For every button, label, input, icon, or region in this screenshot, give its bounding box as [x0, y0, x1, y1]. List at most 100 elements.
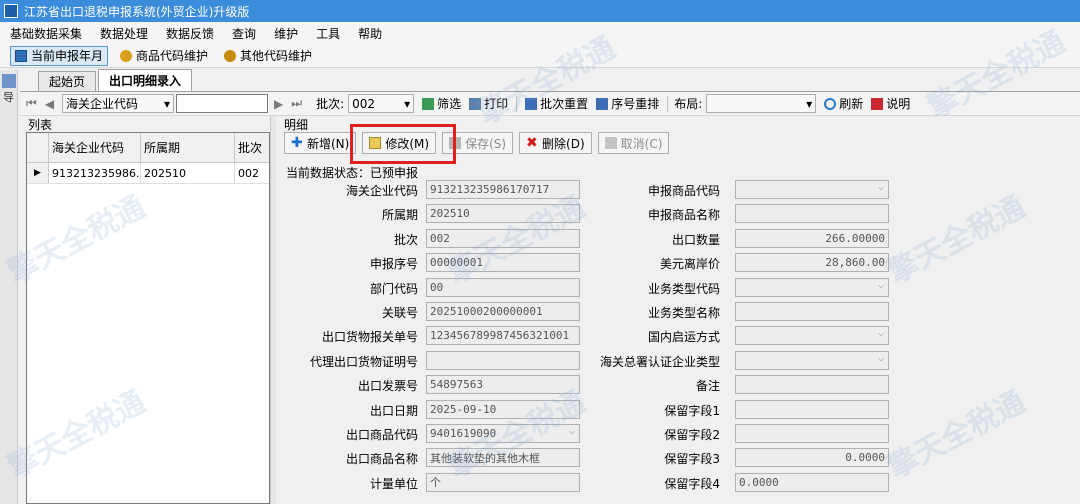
export-goods-name-label: 出口商品名称 [345, 452, 418, 467]
tab-start[interactable]: 起始页 [38, 71, 97, 91]
menu-basic-data[interactable]: 基础数据采集 [10, 25, 82, 42]
usd-fob-value: 28,860.00 [825, 256, 885, 270]
reserved-3-field[interactable]: 0.0000 [735, 448, 889, 468]
customs-code-value: 913213235986170717 [430, 183, 550, 196]
print-button[interactable]: 打印 [469, 95, 508, 112]
export-qty-value: 266.00000 [825, 231, 885, 245]
filter-button[interactable]: 筛选 [422, 95, 461, 112]
refresh-button[interactable]: 刷新 [824, 95, 863, 112]
toolbar-divider [667, 95, 669, 112]
period-field[interactable]: 202510 [426, 204, 580, 224]
declare-seq-field[interactable]: 00000001 [426, 253, 580, 273]
export-goods-code-label: 出口商品代码 [345, 428, 418, 442]
list-title: 列表 [28, 118, 53, 132]
delete-button[interactable]: ✖ 删除(D) [519, 132, 592, 154]
col-header-batch[interactable]: 批次 [235, 133, 269, 162]
table-row[interactable]: ▶ 913213235986... 202510 002 [27, 163, 269, 184]
help-button[interactable]: 说明 [871, 95, 910, 112]
customs-code-label: 海关企业代码 [345, 184, 418, 198]
current-period-button[interactable]: 当前申报年月 [10, 45, 109, 66]
tab-export-detail[interactable]: 出口明细录入 [98, 69, 193, 91]
batch-reset-button[interactable]: 批次重置 [525, 95, 588, 112]
declare-goods-name-field[interactable] [735, 204, 889, 224]
batch-field[interactable]: 002 [426, 228, 580, 248]
menu-tools[interactable]: 工具 [316, 25, 340, 42]
export-goods-name-field[interactable]: 其他装软垫的其他木框 [426, 448, 580, 468]
chevron-down-icon[interactable]: ⌵ [878, 182, 884, 193]
customs-code-field[interactable]: 913213235986170717 [426, 180, 580, 199]
biz-type-name-label: 业务类型名称 [647, 306, 720, 320]
nav-icon [2, 74, 16, 88]
delete-icon: ✖ [526, 135, 538, 151]
chevron-down-icon[interactable]: ⌵ [569, 426, 575, 437]
unit-field[interactable]: 个 [426, 472, 580, 492]
batch-select[interactable]: 002 ▾ [348, 94, 415, 113]
customs-declaration-no-value: 123456789987456321001 [430, 329, 570, 343]
app-icon [4, 4, 18, 18]
menu-help[interactable]: 帮助 [358, 25, 382, 42]
biz-type-code-field[interactable]: ⌵ [735, 277, 889, 297]
first-record-icon[interactable]: ⏮ [26, 96, 37, 111]
prev-record-icon[interactable]: ◀ [45, 97, 54, 111]
next-record-icon[interactable]: ▶ [274, 97, 283, 111]
other-code-button[interactable]: 其他代码维护 [220, 46, 316, 66]
usd-fob-field[interactable]: 28,860.00 [735, 253, 889, 273]
declare-goods-code-field[interactable]: ⌵ [735, 180, 889, 199]
chevron-down-icon[interactable]: ⌵ [878, 328, 884, 339]
add-button[interactable]: ✚ 新增(N) [284, 132, 357, 154]
reserved-1-field[interactable] [735, 399, 889, 419]
menu-data-feedback[interactable]: 数据反馈 [166, 25, 214, 42]
seq-rearrange-button[interactable]: 序号重排 [596, 95, 659, 112]
customs-cert-type-field[interactable]: ⌵ [735, 350, 889, 370]
col-header-customs-code[interactable]: 海关企业代码 [49, 133, 141, 162]
layout-select[interactable]: ▾ [706, 94, 817, 113]
agent-cert-no-field[interactable] [426, 350, 580, 370]
customs-declaration-no-field[interactable]: 123456789987456321001 [426, 326, 580, 346]
reserved-4-field[interactable]: 0.0000 [735, 472, 889, 492]
export-goods-name-value: 其他装软垫的其他木框 [430, 451, 540, 465]
goods-code-button[interactable]: 商品代码维护 [116, 46, 212, 66]
unit-value: 个 [430, 476, 441, 490]
link-no-field[interactable]: 20251000200000001 [426, 302, 580, 321]
list-scrollbar[interactable] [270, 116, 276, 504]
detail-toolbar: ⏮ ◀ 海关企业代码 ▾ ▶ ⏭ 批次: 002 ▾ 筛选 打印 批次重置 序号… [20, 92, 1080, 116]
plus-icon: ✚ [291, 135, 303, 151]
filter-icon [422, 97, 435, 110]
usd-fob-label: 美元离岸价 [659, 257, 720, 272]
calendar-icon [15, 49, 27, 62]
gear-icon [120, 49, 133, 62]
chevron-down-icon: ▾ [164, 96, 171, 111]
toolbar-divider [516, 95, 518, 112]
export-goods-code-field[interactable]: 9401619090 ⌵ [426, 424, 580, 443]
chevron-down-icon[interactable]: ⌵ [878, 353, 884, 364]
remark-field[interactable] [735, 375, 889, 395]
export-goods-code-value: 9401619090 [430, 427, 497, 440]
declare-seq-value: 00000001 [430, 256, 483, 270]
domestic-ship-mode-field[interactable]: ⌵ [735, 326, 889, 346]
export-date-field[interactable]: 2025-09-10 [426, 399, 580, 419]
search-input[interactable] [176, 94, 269, 113]
link-no-value: 20251000200000001 [430, 305, 543, 318]
col-header-period[interactable]: 所属期 [141, 133, 235, 162]
search-field-select[interactable]: 海关企业代码 ▾ [62, 94, 175, 113]
biz-type-name-field[interactable] [735, 302, 889, 321]
invoice-no-field[interactable]: 54897563 [426, 375, 580, 395]
cell-customs-code: 913213235986... [49, 163, 141, 183]
period-label: 所属期 [381, 208, 418, 223]
menu-query[interactable]: 查询 [232, 25, 256, 42]
cancel-button[interactable]: 取消(C) [597, 132, 670, 154]
nav-strip-label: 导 [3, 91, 14, 104]
nav-strip[interactable]: 导 [0, 70, 18, 504]
refresh-icon [824, 97, 837, 110]
dept-code-field[interactable]: 00 [426, 277, 580, 297]
export-qty-field[interactable]: 266.00000 [735, 228, 889, 248]
batch-value: 002 [430, 231, 450, 245]
dept-code-label: 部门代码 [369, 281, 418, 296]
batch-label: 批次 [393, 232, 418, 247]
cell-batch: 002 [238, 166, 259, 180]
menu-maintain[interactable]: 维护 [274, 25, 298, 42]
menu-data-process[interactable]: 数据处理 [100, 25, 148, 42]
reserved-2-field[interactable] [735, 424, 889, 443]
last-record-icon[interactable]: ⏭ [291, 96, 302, 111]
chevron-down-icon[interactable]: ⌵ [878, 280, 884, 291]
